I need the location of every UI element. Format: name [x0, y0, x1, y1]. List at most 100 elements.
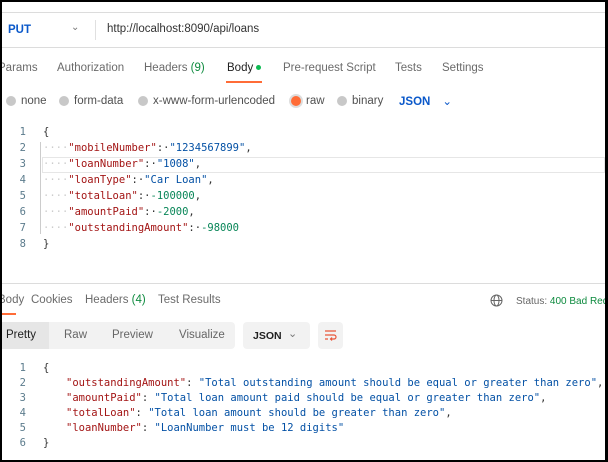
colon: : — [135, 407, 149, 419]
wrap-lines-button[interactable] — [318, 322, 343, 349]
tab-tests[interactable]: Tests — [395, 62, 422, 74]
line-number: 8 — [19, 238, 26, 250]
format-label: JSON — [399, 96, 431, 108]
comma: , — [194, 190, 202, 202]
chevron-down-icon: ⌄ — [71, 22, 80, 33]
globe-icon[interactable] — [490, 294, 503, 307]
json-key: "mobileNumber" — [68, 142, 157, 154]
tab-label: Headers — [85, 294, 129, 306]
tab-pre-request-script[interactable]: Pre-request Script — [283, 62, 376, 74]
whitespace-marker: ···· — [43, 190, 69, 202]
radio-icon — [59, 96, 69, 106]
divider — [95, 20, 96, 40]
comma: , — [245, 142, 252, 154]
tab-cookies[interactable]: Cookies — [31, 294, 73, 306]
radio-urlencoded[interactable]: x-www-form-urlencoded — [138, 95, 275, 107]
comma: , — [445, 407, 452, 419]
comma: , — [207, 174, 214, 186]
whitespace-marker: ···· — [43, 206, 69, 218]
line-number: 1 — [19, 126, 26, 138]
current-line-highlight — [42, 157, 605, 173]
tab-label: Headers — [144, 62, 188, 74]
colon: :· — [188, 222, 202, 234]
format-label: JSON — [253, 330, 282, 342]
tab-params[interactable]: Params — [0, 62, 38, 74]
colon: : — [141, 392, 155, 404]
tab-headers[interactable]: Headers (9) — [144, 62, 205, 74]
radio-none[interactable]: none — [6, 95, 47, 107]
json-value: "LoanNumber must be 12 digits" — [154, 422, 345, 434]
line-number: 3 — [19, 392, 26, 404]
tab-response-headers[interactable]: Headers (4) — [85, 294, 146, 306]
radio-icon — [337, 96, 347, 106]
whitespace-marker: ···· — [43, 222, 69, 234]
tab-settings[interactable]: Settings — [442, 62, 484, 74]
json-key: "amountPaid" — [66, 392, 142, 404]
tab-body[interactable]: Body — [227, 62, 262, 74]
json-key: "outstandingAmount" — [66, 377, 187, 389]
tab-test-results[interactable]: Test Results — [158, 294, 221, 306]
radio-form-data[interactable]: form-data — [59, 95, 123, 107]
brace-close: } — [43, 238, 50, 250]
radio-icon — [138, 96, 148, 106]
active-tab-underline — [2, 313, 16, 315]
code-line: ····"amountPaid":·-2000, — [43, 206, 195, 218]
whitespace-marker: ···· — [43, 174, 69, 186]
code-line: ····"outstandingAmount":·-98000 — [43, 222, 239, 234]
comma: , — [597, 377, 604, 389]
indent-guide — [40, 142, 41, 234]
code-line: ····"loanType":·"Car Loan", — [43, 174, 214, 186]
line-number: 3 — [19, 158, 26, 170]
line-number: 1 — [19, 362, 26, 374]
code-line: "outstandingAmount": "Total outstanding … — [66, 377, 603, 389]
button-label: Pretty — [6, 329, 37, 341]
modified-dot-icon — [256, 65, 262, 71]
brace-open: { — [43, 126, 50, 138]
code-line: "loanNumber": "LoanNumber must be 12 dig… — [66, 422, 344, 434]
brace-close: } — [43, 437, 50, 449]
json-value: -98000 — [201, 222, 239, 234]
colon: : — [141, 422, 155, 434]
json-value: "Total loan amount paid should be equal … — [154, 392, 541, 404]
json-key: "totalLoan" — [66, 407, 136, 419]
radio-label: form-data — [74, 95, 124, 107]
line-number: 5 — [19, 190, 26, 202]
tab-authorization[interactable]: Authorization — [57, 62, 124, 74]
line-number: 4 — [19, 407, 26, 419]
json-value: "Car Loan" — [144, 174, 208, 186]
line-number: 6 — [19, 206, 26, 218]
body-format-select[interactable]: JSON ⌄ — [399, 94, 452, 108]
json-value: -100000 — [150, 190, 195, 202]
json-key: "amountPaid" — [68, 206, 145, 218]
url-input[interactable]: http://localhost:8090/api/loans — [107, 23, 259, 35]
line-number: 4 — [19, 174, 26, 186]
json-key: "loanNumber" — [66, 422, 142, 434]
radio-binary[interactable]: binary — [337, 95, 383, 107]
line-number: 7 — [19, 222, 26, 234]
active-tab-underline — [226, 81, 262, 83]
view-visualize-button[interactable]: Visualize — [179, 329, 225, 341]
radio-selected-icon — [291, 96, 301, 106]
comma: , — [188, 206, 195, 218]
colon: : — [186, 377, 199, 389]
response-format-select[interactable]: JSON ⌄ — [243, 322, 310, 349]
radio-label: binary — [352, 95, 384, 107]
status-label: Status: — [516, 296, 548, 307]
radio-label: none — [21, 95, 47, 107]
tab-response-body[interactable]: Body — [0, 294, 24, 306]
view-raw-button[interactable]: Raw — [64, 329, 87, 341]
code-line: "amountPaid": "Total loan amount paid sh… — [66, 392, 546, 404]
code-line: ····"mobileNumber":·"1234567899", — [43, 142, 252, 154]
json-value: "Total loan amount should be greater tha… — [148, 407, 446, 419]
view-preview-button[interactable]: Preview — [112, 329, 153, 341]
method-label: PUT — [8, 24, 31, 36]
method-select[interactable]: PUT ⌄ — [8, 16, 90, 44]
colon: :· — [156, 142, 170, 154]
radio-label: raw — [306, 95, 325, 107]
view-pretty-button[interactable]: Pretty — [2, 322, 49, 349]
whitespace-marker: ···· — [43, 142, 69, 154]
json-key: "loanType" — [68, 174, 132, 186]
json-key: "outstandingAmount" — [68, 222, 189, 234]
radio-raw[interactable]: raw — [291, 95, 325, 107]
line-number: 2 — [19, 377, 26, 389]
